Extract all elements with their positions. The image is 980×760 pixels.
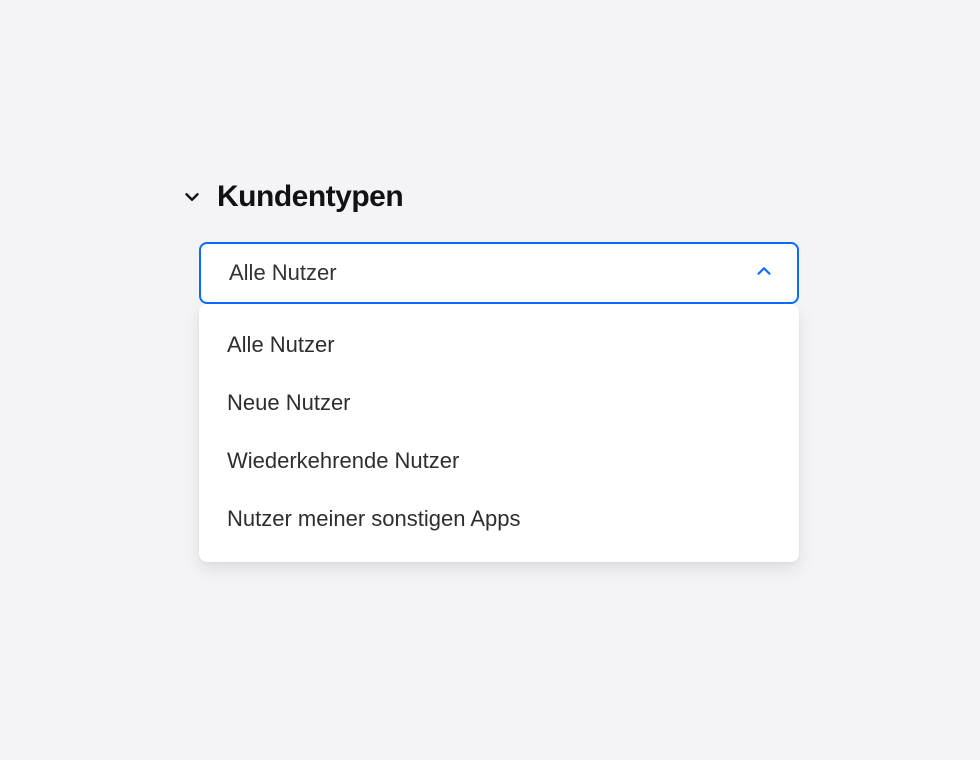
select-option[interactable]: Nutzer meiner sonstigen Apps — [199, 490, 799, 548]
select-option[interactable]: Alle Nutzer — [199, 316, 799, 374]
customer-types-section: Kundentypen Alle Nutzer Alle Nutzer Neue… — [179, 180, 801, 562]
chevron-down-icon — [181, 186, 203, 208]
select-box[interactable]: Alle Nutzer — [199, 242, 799, 304]
section-header[interactable]: Kundentypen — [179, 180, 801, 214]
select-value: Alle Nutzer — [229, 260, 337, 286]
customer-type-select: Alle Nutzer Alle Nutzer Neue Nutzer Wied… — [199, 242, 799, 562]
section-title: Kundentypen — [217, 180, 403, 214]
select-option[interactable]: Wiederkehrende Nutzer — [199, 432, 799, 490]
select-option[interactable]: Neue Nutzer — [199, 374, 799, 432]
select-dropdown: Alle Nutzer Neue Nutzer Wiederkehrende N… — [199, 304, 799, 562]
chevron-up-icon — [753, 260, 775, 287]
